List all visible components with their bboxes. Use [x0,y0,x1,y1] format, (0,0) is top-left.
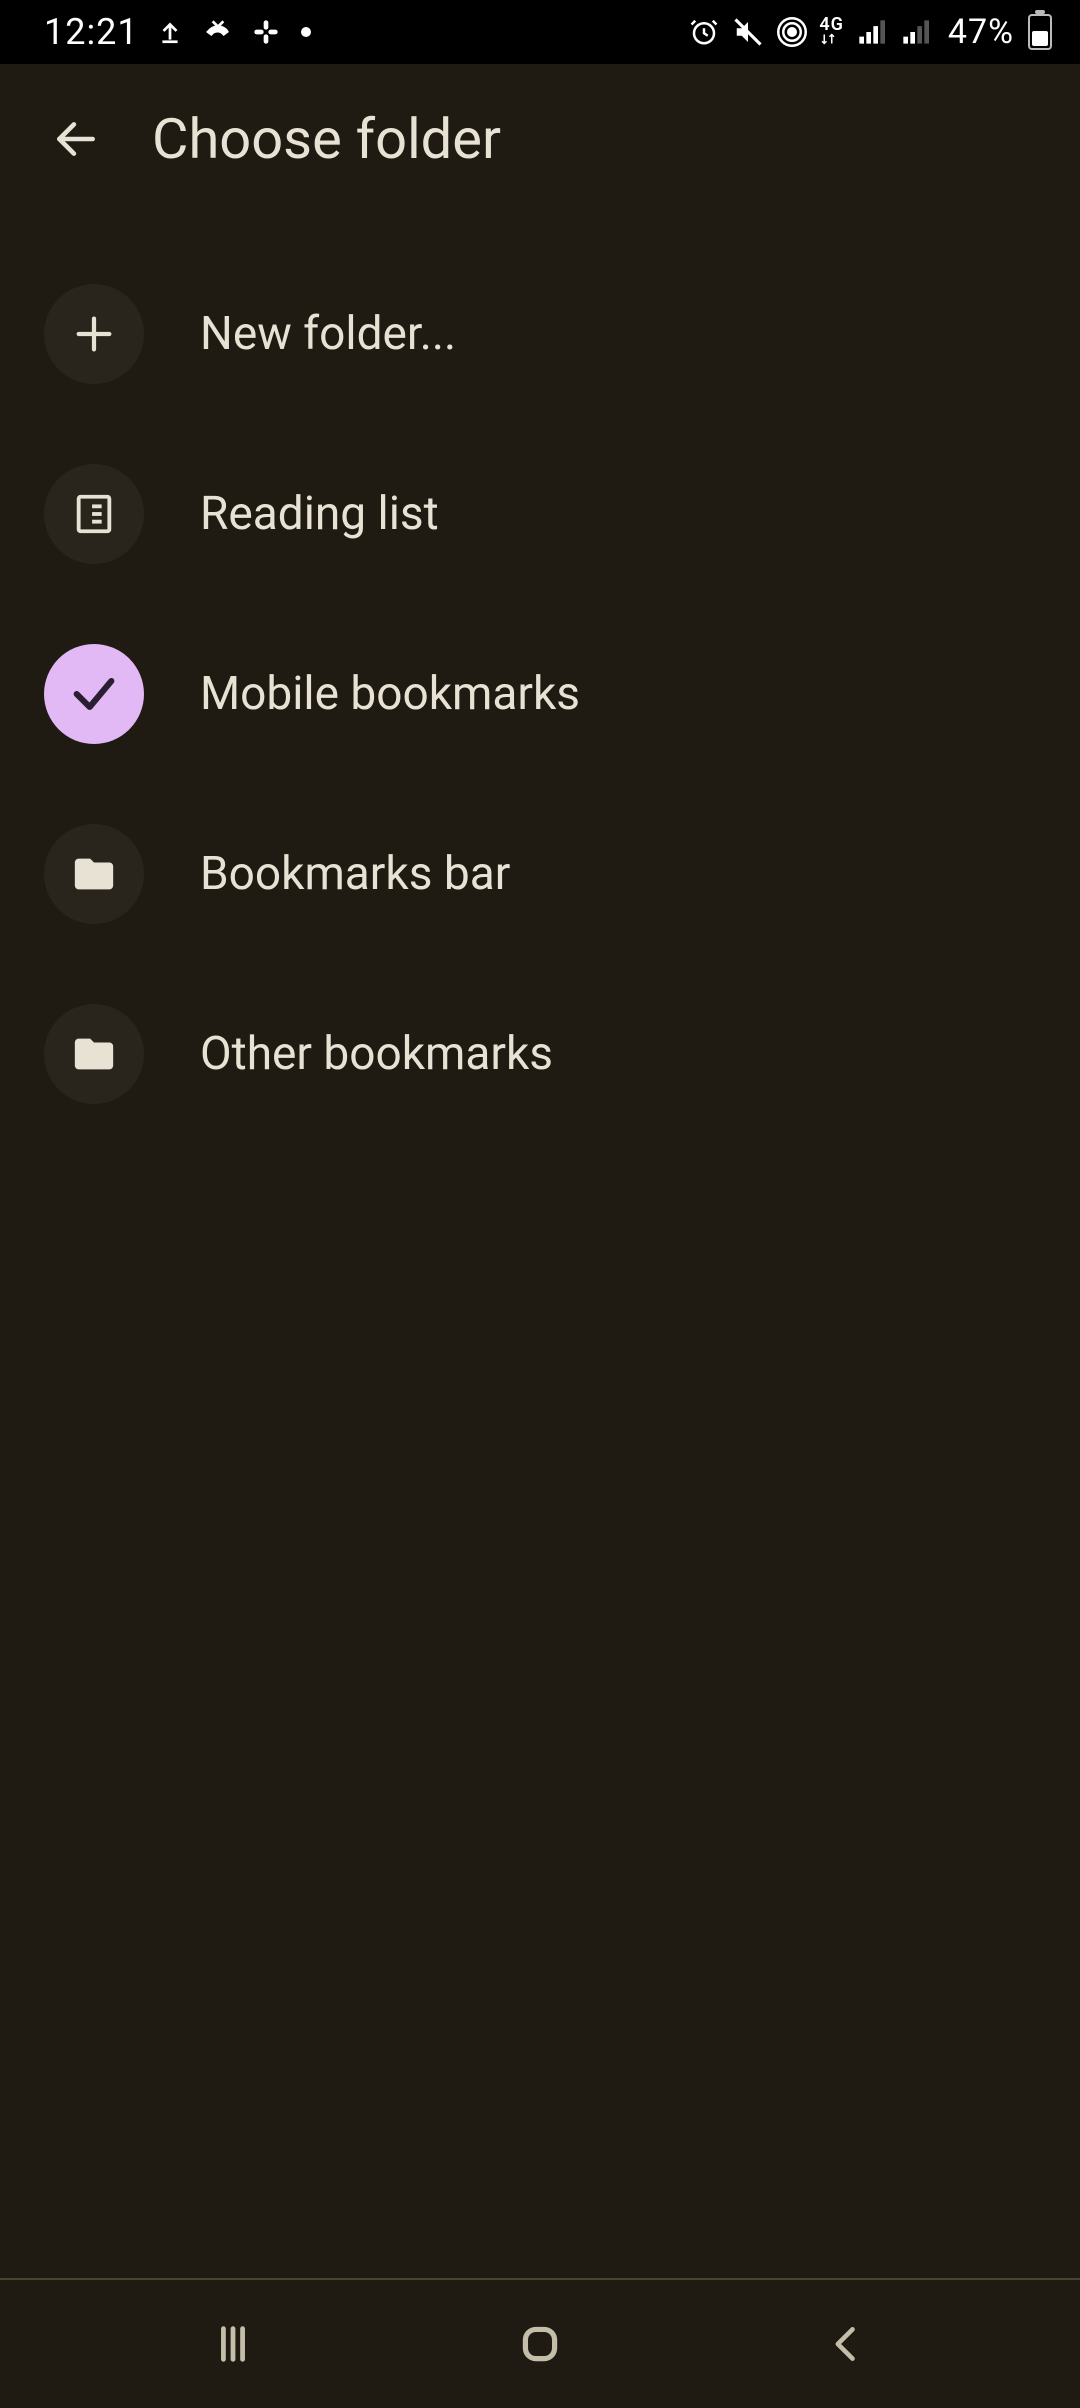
reading-list-item[interactable]: Reading list [0,424,1080,604]
recents-icon [210,2321,256,2367]
plus-icon [44,284,144,384]
hotspot-icon [775,15,809,49]
folder-list: New folder... Reading list Mobile bookma… [0,214,1080,2278]
mute-icon [731,15,765,49]
alarm-icon [687,15,721,49]
signal-1-icon [854,15,888,49]
item-label: Reading list [200,487,439,541]
system-nav-bar [0,2278,1080,2408]
clock: 12:21 [44,11,139,53]
signal-2-icon [898,15,932,49]
status-left: 12:21 [44,11,311,53]
network-type-label: 4G [819,14,844,35]
mobile-bookmarks-item[interactable]: Mobile bookmarks [0,604,1080,784]
reading-list-icon [44,464,144,564]
recents-button[interactable] [188,2299,278,2389]
more-notifications-dot-icon [301,27,311,37]
home-icon [515,2319,565,2369]
back-button[interactable] [36,99,116,179]
chevron-left-icon [825,2322,869,2366]
battery-icon [1028,14,1052,50]
status-bar: 12:21 4G 47% [0,0,1080,64]
item-label: Other bookmarks [200,1027,553,1081]
new-folder-item[interactable]: New folder... [0,244,1080,424]
network-type-icon: 4G [819,18,844,46]
other-bookmarks-item[interactable]: Other bookmarks [0,964,1080,1144]
folder-icon [44,824,144,924]
check-icon [44,644,144,744]
page-title: Choose folder [152,106,501,172]
bookmarks-bar-item[interactable]: Bookmarks bar [0,784,1080,964]
slack-icon [249,15,283,49]
item-label: Bookmarks bar [200,847,510,901]
folder-icon [44,1004,144,1104]
home-button[interactable] [495,2299,585,2389]
upload-icon [153,15,187,49]
missed-call-icon [201,15,235,49]
battery-percent: 47% [948,12,1014,52]
item-label: Mobile bookmarks [200,667,580,721]
arrow-left-icon [51,114,101,164]
status-right: 4G 47% [687,12,1052,52]
app-bar: Choose folder [0,64,1080,214]
item-label: New folder... [200,307,456,361]
nav-back-button[interactable] [802,2299,892,2389]
